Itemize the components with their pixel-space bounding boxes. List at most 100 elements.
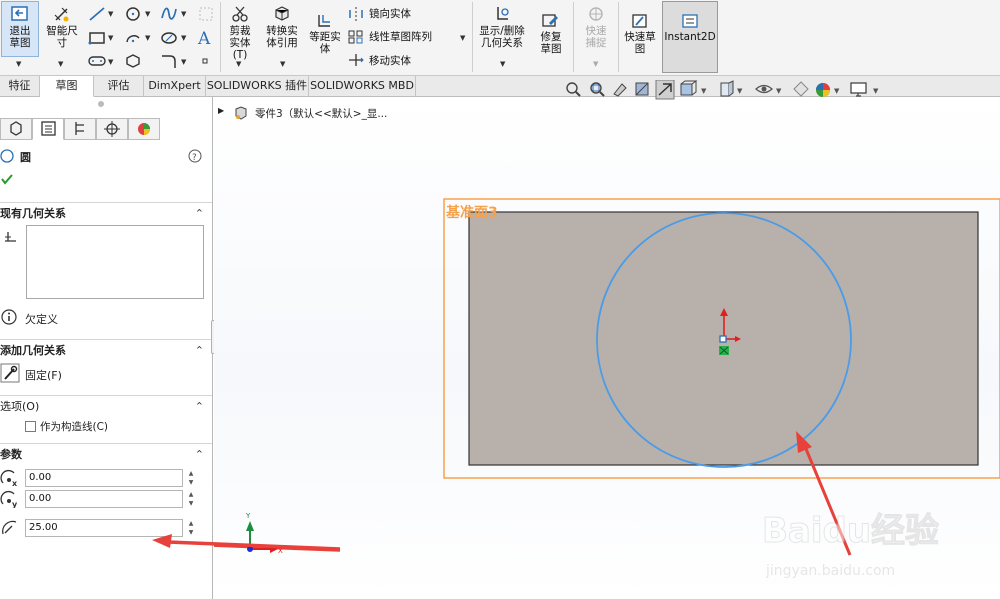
display-style-dropdown-icon[interactable]: ▼ xyxy=(701,87,707,95)
tab-display-manager[interactable] xyxy=(128,118,160,140)
linear-pattern-icon[interactable] xyxy=(348,30,364,44)
visibility-dropdown-icon[interactable]: ▼ xyxy=(776,87,782,95)
chevron-up-icon[interactable]: ⌃ xyxy=(195,444,204,466)
tab-configuration-manager[interactable] xyxy=(64,118,96,140)
instant2d-label: Instant2D xyxy=(664,31,716,43)
chevron-up-icon[interactable]: ⌃ xyxy=(195,340,204,362)
exit-sketch-dropdown-icon[interactable]: ▼ xyxy=(16,60,21,68)
tab-feature-tree[interactable] xyxy=(0,118,32,140)
arc-icon[interactable] xyxy=(124,30,142,46)
quick-snaps-button[interactable]: 快速捕捉 xyxy=(576,5,616,49)
slot-icon[interactable] xyxy=(88,54,106,68)
repair-sketch-button[interactable]: 修复草图 xyxy=(532,13,570,55)
tab-features[interactable]: 特征 xyxy=(0,76,40,97)
repair-sketch-label: 修复草图 xyxy=(540,31,562,55)
circle-dropdown-icon[interactable]: ▼ xyxy=(145,10,150,18)
convert-entities-button[interactable]: 转换实体引用 xyxy=(262,5,302,49)
center-y-input[interactable]: 0.00 xyxy=(25,490,183,508)
parameters-title: 参数 xyxy=(0,448,22,461)
tab-evaluate[interactable]: 评估 xyxy=(94,76,144,97)
rectangle-dropdown-icon[interactable]: ▼ xyxy=(108,34,113,42)
hide-show-items-icon[interactable] xyxy=(720,80,734,97)
parameters-header[interactable]: 参数 ⌃ xyxy=(0,443,212,465)
chevron-up-icon[interactable]: ⌃ xyxy=(195,396,204,418)
relations-dropdown-icon[interactable]: ▼ xyxy=(500,60,505,68)
construction-checkbox[interactable] xyxy=(25,421,36,432)
spline-dropdown-icon[interactable]: ▼ xyxy=(181,10,186,18)
zoom-to-fit-icon[interactable] xyxy=(566,82,581,97)
trim-icon xyxy=(232,6,248,22)
offset-entities-button[interactable]: 等距实体 xyxy=(306,13,344,55)
arc-dropdown-icon[interactable]: ▼ xyxy=(145,34,150,42)
linear-pattern-dropdown-icon[interactable]: ▼ xyxy=(460,34,465,42)
ribbon-separator xyxy=(472,2,473,72)
add-relations-header[interactable]: 添加几何关系 ⌃ xyxy=(0,339,212,361)
zoom-to-area-icon[interactable] xyxy=(590,82,605,97)
smart-dimension-dropdown-icon[interactable]: ▼ xyxy=(58,60,63,68)
rapid-sketch-button[interactable]: 快速草图 xyxy=(620,13,660,55)
tab-solidworks-mbd[interactable]: SOLIDWORKS MBD xyxy=(309,76,416,97)
help-icon[interactable]: ? xyxy=(188,149,202,163)
linear-pattern-label[interactable]: 线性草图阵列 xyxy=(369,31,432,43)
options-header[interactable]: 选项(O) ⌃ xyxy=(0,395,212,417)
tab-dimxpert-manager[interactable] xyxy=(96,118,128,140)
tab-sketch[interactable]: 草图 xyxy=(40,76,94,97)
previous-view-icon[interactable] xyxy=(613,83,627,97)
view-settings-icon[interactable] xyxy=(850,82,867,97)
existing-relations-list[interactable] xyxy=(26,225,204,299)
point-icon[interactable] xyxy=(200,56,210,66)
move-entities-icon[interactable] xyxy=(348,53,364,67)
smart-dimension-label: 智能尺寸 xyxy=(46,25,78,49)
slot-dropdown-icon[interactable]: ▼ xyxy=(108,58,113,66)
add-relations-title: 添加几何关系 xyxy=(0,344,66,357)
quick-snaps-dropdown-icon[interactable]: ▼ xyxy=(593,60,598,68)
hide-show-dropdown-icon[interactable]: ▼ xyxy=(737,87,743,95)
svg-text:y: y xyxy=(12,500,18,508)
ellipse-icon[interactable] xyxy=(160,30,178,46)
circle-icon[interactable] xyxy=(124,6,142,22)
panel-collapse-handle[interactable] xyxy=(98,101,104,107)
edit-appearance-icon[interactable] xyxy=(793,81,809,97)
section-view-icon[interactable] xyxy=(635,82,649,96)
chevron-up-icon[interactable]: ⌃ xyxy=(195,203,204,225)
center-x-input[interactable]: 0.00 xyxy=(25,469,183,487)
center-y-spinner[interactable]: ▲ ▼ xyxy=(186,490,196,508)
center-x-spinner[interactable]: ▲ ▼ xyxy=(186,469,196,487)
exit-sketch-icon xyxy=(11,6,28,21)
apply-scene-icon[interactable] xyxy=(816,83,830,97)
property-manager-panel: 圆 ? 现有几何关系 ⌃ 欠定义 添加几何关系 ⌃ 固定(F) 选项(O) ⌃ … xyxy=(0,97,213,599)
eye-visibility-icon[interactable] xyxy=(755,84,773,94)
trim-entities-button[interactable]: 剪裁实体(T) xyxy=(222,5,258,61)
move-entities-label[interactable]: 移动实体 xyxy=(369,55,411,67)
grid-snap-icon[interactable] xyxy=(198,6,214,22)
line-icon[interactable] xyxy=(88,6,106,22)
display-delete-relations-button[interactable]: 显示/删除几何关系 xyxy=(474,5,530,49)
smart-dimension-button[interactable]: 智能尺寸 xyxy=(42,5,82,49)
ellipse-dropdown-icon[interactable]: ▼ xyxy=(181,34,186,42)
relation-perpendicular-icon xyxy=(5,232,16,242)
rapid-sketch-icon xyxy=(632,14,647,28)
tab-dimxpert[interactable]: DimXpert xyxy=(144,76,206,97)
tab-solidworks-addins[interactable]: SOLIDWORKS 插件 xyxy=(206,76,309,97)
tab-property-manager[interactable] xyxy=(32,118,64,140)
convert-dropdown-icon[interactable]: ▼ xyxy=(280,60,285,68)
fix-relation-item[interactable]: 固定(F) xyxy=(0,363,120,385)
property-manager-icon xyxy=(41,121,56,136)
line-dropdown-icon[interactable]: ▼ xyxy=(108,10,113,18)
offset-entities-icon xyxy=(318,15,330,27)
ok-checkmark-icon[interactable] xyxy=(0,172,14,186)
spline-icon[interactable] xyxy=(160,6,178,22)
polygon-icon[interactable] xyxy=(124,53,142,69)
text-icon[interactable]: A xyxy=(196,28,214,46)
construction-label[interactable]: 作为构造线(C) xyxy=(40,419,108,434)
display-style-icon[interactable] xyxy=(680,80,698,96)
mirror-entities-icon[interactable] xyxy=(348,7,364,21)
trim-dropdown-icon[interactable]: ▼ xyxy=(236,60,241,68)
fillet-icon[interactable] xyxy=(160,53,178,69)
rectangle-icon[interactable] xyxy=(88,30,106,46)
mirror-entities-label[interactable]: 镜向实体 xyxy=(369,8,411,20)
scene-dropdown-icon[interactable]: ▼ xyxy=(834,87,840,95)
view-settings-dropdown-icon[interactable]: ▼ xyxy=(873,87,879,95)
existing-relations-header[interactable]: 现有几何关系 ⌃ xyxy=(0,202,212,224)
fillet-dropdown-icon[interactable]: ▼ xyxy=(181,58,186,66)
